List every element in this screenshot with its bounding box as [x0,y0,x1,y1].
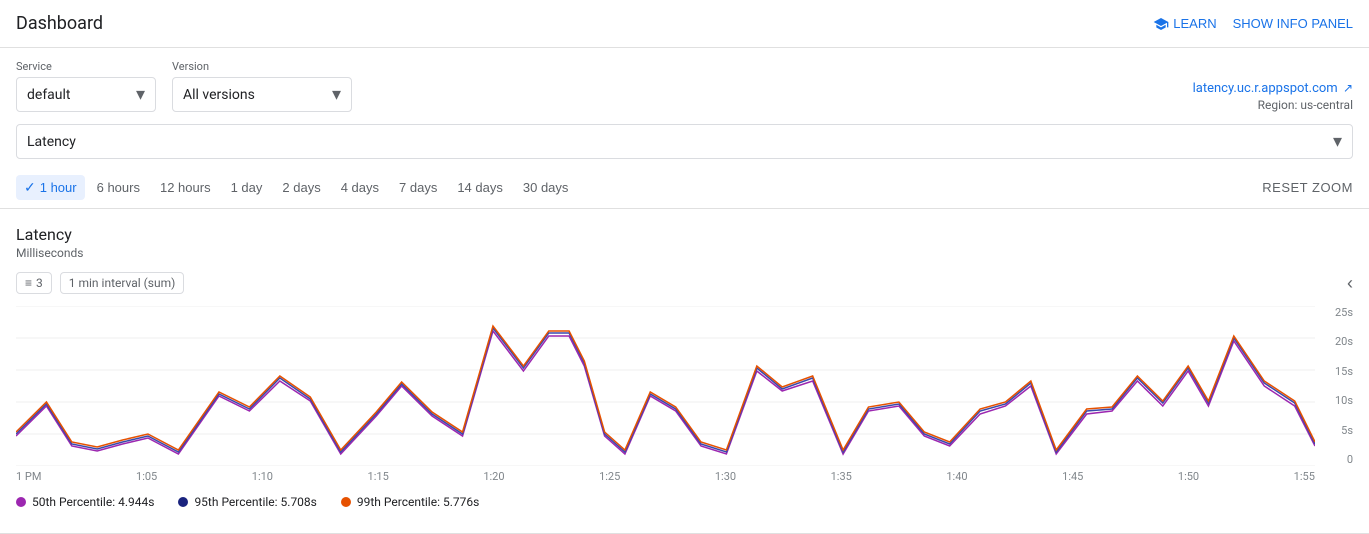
y-axis-label: 10s [1323,394,1353,407]
service-chevron-down-icon: ▾ [136,84,145,105]
x-axis-label: 1:50 [1178,470,1199,483]
y-axis: 25s 20s 15s 10s 5s 0 [1323,306,1353,466]
filter-badge[interactable]: ≡ 3 [16,272,52,294]
x-axis-label: 1:05 [136,470,157,483]
service-label: Service [16,60,156,73]
learn-icon [1153,16,1169,32]
interval-badge: 1 min interval (sum) [60,272,185,294]
filter-count: 3 [36,276,43,290]
header-actions: LEARN SHOW INFO PANEL [1153,16,1353,32]
learn-button[interactable]: LEARN [1153,16,1216,32]
x-axis: 1 PM 1:05 1:10 1:15 1:20 1:25 1:30 1:35 1:40 1:45… [16,466,1315,483]
x-axis-label: 1:20 [483,470,504,483]
check-icon: ✓ [24,179,36,196]
collapse-button[interactable]: ‹ [1347,273,1353,294]
x-axis-label: 1:45 [1062,470,1083,483]
legend-dot-icon [341,497,351,507]
time-option-2-days[interactable]: 2 days [274,176,328,199]
time-option-1-day[interactable]: 1 day [223,176,271,199]
reset-zoom-button[interactable]: RESET ZOOM [1262,180,1353,195]
chart-title: Latency [16,225,1353,244]
time-option-14-days[interactable]: 14 days [449,176,511,199]
time-option-1-hour[interactable]: ✓1 hour [16,175,85,200]
legend-dot-icon [178,497,188,507]
time-option-30-days[interactable]: 30 days [515,176,577,199]
y-axis-label: 0 [1323,453,1353,466]
service-value: default [27,87,71,103]
show-info-panel-button[interactable]: SHOW INFO PANEL [1233,16,1353,31]
service-select-group: Service default ▾ [16,60,156,112]
x-axis-label: 1:25 [599,470,620,483]
version-label: Version [172,60,352,73]
version-select-group: Version All versions ▾ [172,60,352,112]
toolbar-right: latency.uc.r.appspot.com ↗ Region: us-ce… [1193,81,1353,112]
y-axis-label: 20s [1323,335,1353,348]
chart-area: 1 PM 1:05 1:10 1:15 1:20 1:25 1:30 1:35 1:40 1:45… [16,306,1353,483]
version-value: All versions [183,87,255,103]
metric-chevron-down-icon: ▾ [1333,131,1342,152]
chart-section: Latency Milliseconds ≡ 3 1 min interval … [0,209,1369,525]
chart-subtitle: Milliseconds [16,246,1353,260]
x-axis-label: 1:40 [946,470,967,483]
chart-wrapper [16,306,1315,466]
y-axis-label: 15s [1323,365,1353,378]
time-selector: ✓1 hour6 hours12 hours1 day2 days4 days7… [0,167,1369,209]
chart-container: 1 PM 1:05 1:10 1:15 1:20 1:25 1:30 1:35 1:40 1:45… [16,306,1315,483]
metric-value: Latency [27,134,76,150]
chart-svg [16,306,1315,466]
service-dropdown[interactable]: default ▾ [16,77,156,112]
version-chevron-down-icon: ▾ [332,84,341,105]
time-options-group: ✓1 hour6 hours12 hours1 day2 days4 days7… [16,175,576,200]
time-option-4-days[interactable]: 4 days [333,176,387,199]
x-axis-label: 1:55 [1294,470,1315,483]
toolbar-left: Service default ▾ Version All versions ▾ [16,60,352,112]
filter-icon: ≡ [25,276,32,290]
legend-dot-icon [16,497,26,507]
external-link-icon: ↗ [1343,81,1353,95]
x-axis-label: 1 PM [16,470,41,483]
metric-dropdown[interactable]: Latency ▾ [16,124,1353,159]
metric-selector-group: Latency ▾ [0,120,1369,167]
x-axis-label: 1:15 [368,470,389,483]
y-axis-label: 5s [1323,424,1353,437]
x-axis-label: 1:30 [715,470,736,483]
page-title: Dashboard [16,13,103,34]
y-axis-label: 25s [1323,306,1353,319]
chart-controls-left: ≡ 3 1 min interval (sum) [16,272,184,294]
version-dropdown[interactable]: All versions ▾ [172,77,352,112]
x-axis-label: 1:10 [252,470,273,483]
time-option-12-hours[interactable]: 12 hours [152,176,219,199]
time-option-7-days[interactable]: 7 days [391,176,445,199]
chart-legend: 50th Percentile: 4.944s95th Percentile: … [16,483,1353,509]
x-axis-label: 1:35 [831,470,852,483]
time-option-6-hours[interactable]: 6 hours [89,176,148,199]
region-text: Region: us-central [1193,98,1353,112]
chart-controls: ≡ 3 1 min interval (sum) ‹ [16,272,1353,294]
external-link[interactable]: latency.uc.r.appspot.com ↗ [1193,81,1353,96]
